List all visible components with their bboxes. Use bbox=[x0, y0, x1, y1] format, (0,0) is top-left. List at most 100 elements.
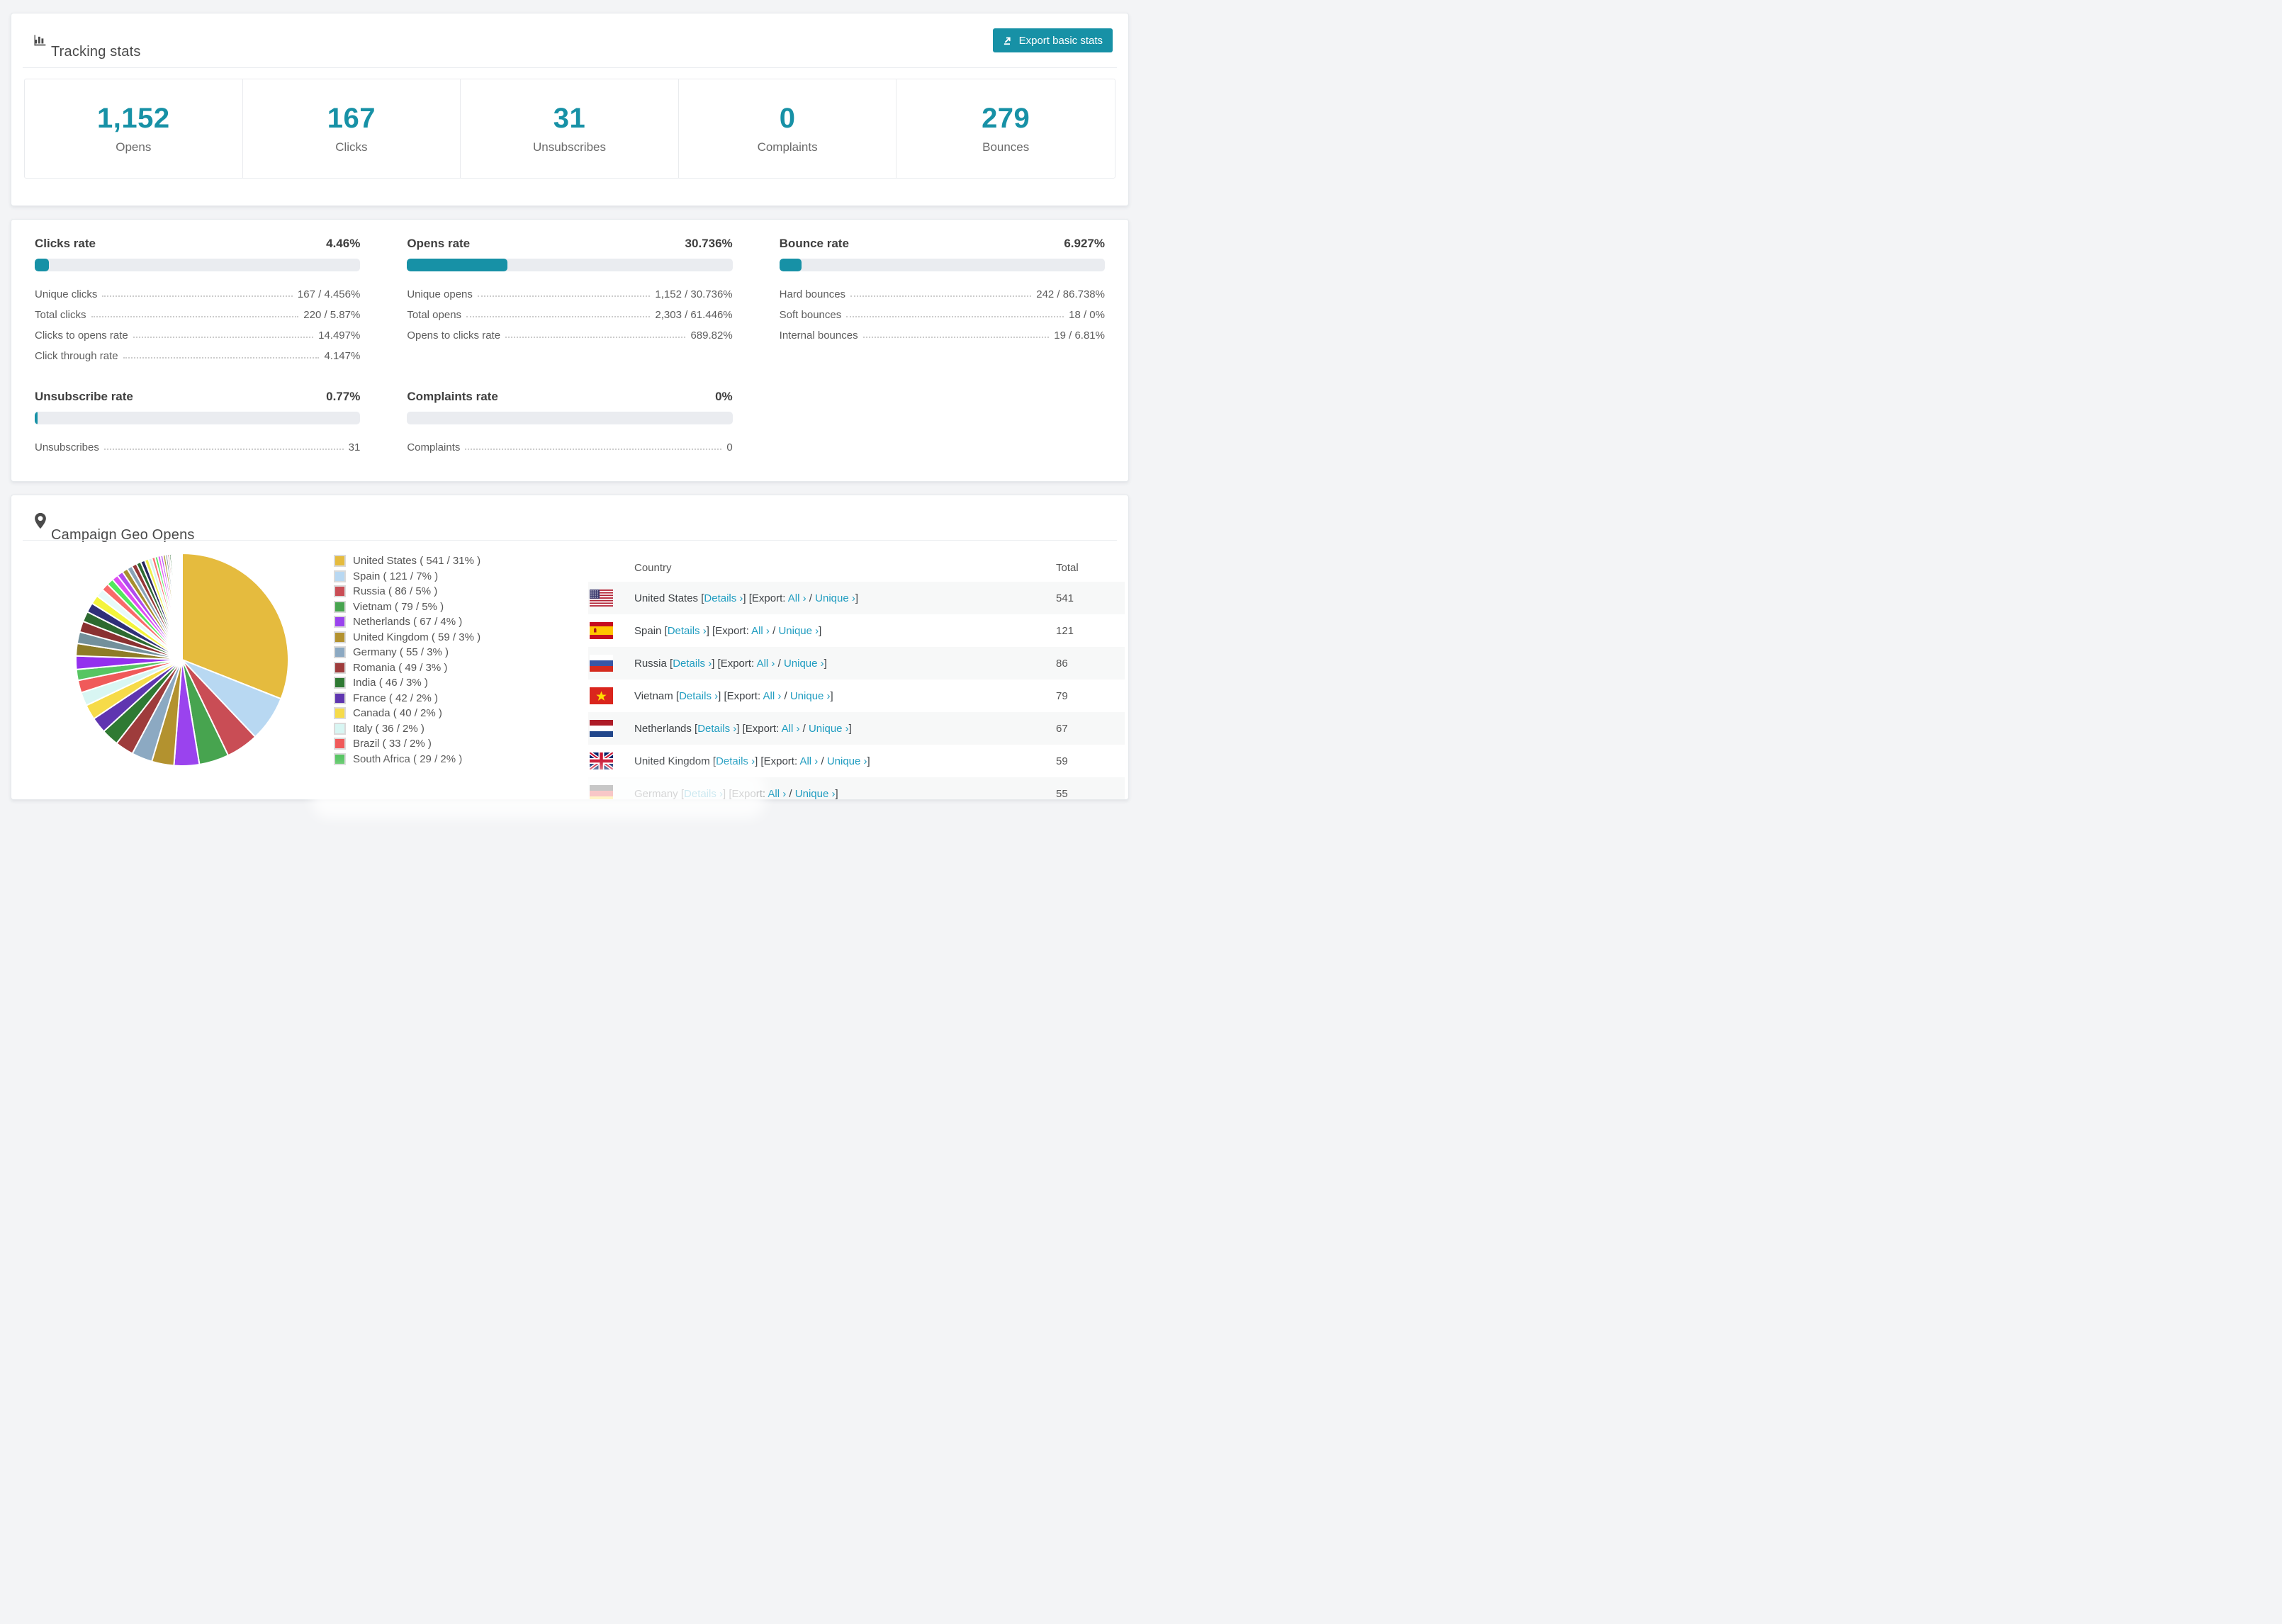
export-all-link[interactable]: All › bbox=[763, 690, 781, 702]
dotted-leader bbox=[477, 295, 651, 297]
legend-item-spain[interactable]: Spain ( 121 / 7% ) bbox=[334, 569, 480, 585]
legend-item-canada[interactable]: Canada ( 40 / 2% ) bbox=[334, 706, 480, 721]
legend-item-italy[interactable]: Italy ( 36 / 2% ) bbox=[334, 721, 480, 737]
legend-item-vietnam[interactable]: Vietnam ( 79 / 5% ) bbox=[334, 599, 480, 615]
details-link[interactable]: Details › bbox=[716, 755, 755, 767]
country-name: Netherlands [ bbox=[634, 722, 698, 735]
legend-item-russia[interactable]: Russia ( 86 / 5% ) bbox=[334, 584, 480, 599]
legend-item-netherlands[interactable]: Netherlands ( 67 / 4% ) bbox=[334, 614, 480, 630]
nl-flag-icon bbox=[590, 720, 613, 737]
metric-label: Click through rate bbox=[35, 350, 118, 362]
rate-title: Complaints rate bbox=[407, 390, 498, 403]
details-link[interactable]: Details › bbox=[673, 658, 712, 670]
country-row-united-states: United States [Details ›] [Export: All ›… bbox=[588, 582, 1125, 614]
legend-label: Vietnam ( 79 / 5% ) bbox=[353, 600, 444, 613]
metric-label: Unsubscribes bbox=[35, 441, 99, 453]
dotted-leader bbox=[862, 337, 1050, 338]
export-unique-link[interactable]: Unique › bbox=[778, 625, 819, 637]
legend-label: Russia ( 86 / 5% ) bbox=[353, 585, 438, 598]
country-cell: Vietnam [Details ›] [Export: All › / Uni… bbox=[634, 690, 833, 702]
summary-stats-box: 1,152 Opens 167 Clicks 31 Unsubscribes 0 Compla… bbox=[24, 79, 1115, 179]
stat-card-bounces: 279 Bounces bbox=[896, 79, 1115, 178]
export-unique-link[interactable]: Unique › bbox=[815, 592, 855, 604]
rate-block-complaints-rate: Complaints rate 0% Complaints 0 bbox=[407, 390, 733, 456]
legend-swatch bbox=[334, 631, 346, 643]
stat-label: Unsubscribes bbox=[532, 140, 606, 154]
rate-percent: 30.736% bbox=[685, 237, 733, 250]
metric-value: 1,152 / 30.736% bbox=[655, 288, 733, 300]
stat-value: 1,152 bbox=[96, 103, 170, 134]
legend-item-united-states[interactable]: United States ( 541 / 31% ) bbox=[334, 553, 480, 569]
details-link[interactable]: Details › bbox=[697, 723, 736, 735]
geo-pie-chart[interactable] bbox=[72, 550, 292, 769]
rates-grid: Clicks rate 4.46% Unique clicks 167 / 4.456… bbox=[11, 220, 1128, 481]
metric-row: Unique clicks 167 / 4.456% bbox=[35, 282, 360, 303]
geo-section-title: Campaign Geo Opens bbox=[51, 526, 195, 543]
progress-track bbox=[407, 412, 733, 424]
dotted-leader bbox=[465, 449, 722, 450]
legend-swatch bbox=[334, 555, 346, 568]
stat-value: 279 bbox=[982, 103, 1030, 134]
export-prefix: ] [Export: bbox=[712, 657, 757, 670]
country-total: 79 bbox=[1056, 689, 1068, 702]
country-name: Vietnam [ bbox=[634, 689, 680, 702]
export-all-link[interactable]: All › bbox=[757, 658, 775, 670]
export-unique-link[interactable]: Unique › bbox=[827, 755, 867, 767]
metric-row: Unique opens 1,152 / 30.736% bbox=[407, 282, 732, 303]
metric-label: Unique clicks bbox=[35, 288, 98, 300]
stat-value: 31 bbox=[553, 103, 586, 134]
export-basic-stats-button[interactable]: Export basic stats bbox=[992, 28, 1113, 52]
details-link[interactable]: Details › bbox=[684, 788, 723, 800]
dotted-leader bbox=[846, 316, 1064, 317]
metric-label: Soft bounces bbox=[779, 309, 842, 321]
dotted-leader bbox=[133, 337, 314, 338]
legend-item-south-africa[interactable]: South Africa ( 29 / 2% ) bbox=[334, 752, 480, 767]
legend-item-germany[interactable]: Germany ( 55 / 3% ) bbox=[334, 645, 480, 660]
export-unique-link[interactable]: Unique › bbox=[790, 690, 831, 702]
metric-value: 242 / 86.738% bbox=[1036, 288, 1105, 300]
geo-country-table: Country Total United States [Details ›] [E… bbox=[588, 555, 1125, 800]
legend-swatch bbox=[334, 616, 346, 628]
closing-bracket: ] bbox=[830, 689, 833, 702]
legend-item-brazil[interactable]: Brazil ( 33 / 2% ) bbox=[334, 736, 480, 752]
country-total: 59 bbox=[1056, 755, 1068, 767]
progress-track bbox=[407, 259, 733, 271]
details-link[interactable]: Details › bbox=[704, 592, 743, 604]
export-all-link[interactable]: All › bbox=[768, 788, 786, 800]
export-all-link[interactable]: All › bbox=[782, 723, 800, 735]
country-row-vietnam: Vietnam [Details ›] [Export: All › / Uni… bbox=[588, 680, 1125, 712]
legend-item-romania[interactable]: Romania ( 49 / 3% ) bbox=[334, 660, 480, 676]
details-link[interactable]: Details › bbox=[679, 690, 718, 702]
legend-item-india[interactable]: India ( 46 / 3% ) bbox=[334, 675, 480, 691]
table-header-country: Country bbox=[634, 562, 672, 574]
legend-swatch bbox=[334, 677, 346, 689]
progress-track bbox=[35, 412, 361, 424]
export-unique-link[interactable]: Unique › bbox=[795, 788, 836, 800]
export-prefix: ] [Export: bbox=[755, 755, 800, 767]
legend-item-france[interactable]: France ( 42 / 2% ) bbox=[334, 691, 480, 706]
export-all-link[interactable]: All › bbox=[799, 755, 818, 767]
rate-block-unsubscribe-rate: Unsubscribe rate 0.77% Unsubscribes 31 bbox=[35, 390, 361, 456]
rate-block-clicks-rate: Clicks rate 4.46% Unique clicks 167 / 4.456… bbox=[35, 237, 361, 364]
legend-label: France ( 42 / 2% ) bbox=[353, 692, 439, 704]
export-all-link[interactable]: All › bbox=[788, 592, 806, 604]
metric-value: 220 / 5.87% bbox=[303, 309, 361, 321]
rate-title: Clicks rate bbox=[35, 237, 96, 250]
pie-slice-other[interactable] bbox=[181, 552, 183, 660]
export-unique-link[interactable]: Unique › bbox=[809, 723, 849, 735]
stat-label: Clicks bbox=[335, 140, 368, 154]
metric-label: Internal bounces bbox=[779, 329, 858, 342]
details-link[interactable]: Details › bbox=[668, 625, 707, 637]
export-unique-link[interactable]: Unique › bbox=[784, 658, 824, 670]
export-all-link[interactable]: All › bbox=[751, 625, 770, 637]
link-separator: / bbox=[786, 787, 795, 800]
link-separator: / bbox=[806, 592, 816, 604]
vn-flag-icon bbox=[590, 687, 613, 704]
legend-item-united-kingdom[interactable]: United Kingdom ( 59 / 3% ) bbox=[334, 630, 480, 645]
metric-row: Internal bounces 19 / 6.81% bbox=[780, 323, 1105, 344]
country-total: 67 bbox=[1056, 722, 1068, 735]
progress-fill bbox=[407, 259, 507, 271]
metric-row: Total clicks 220 / 5.87% bbox=[35, 303, 360, 323]
legend-swatch bbox=[334, 585, 346, 598]
rate-percent: 6.927% bbox=[1064, 237, 1105, 250]
